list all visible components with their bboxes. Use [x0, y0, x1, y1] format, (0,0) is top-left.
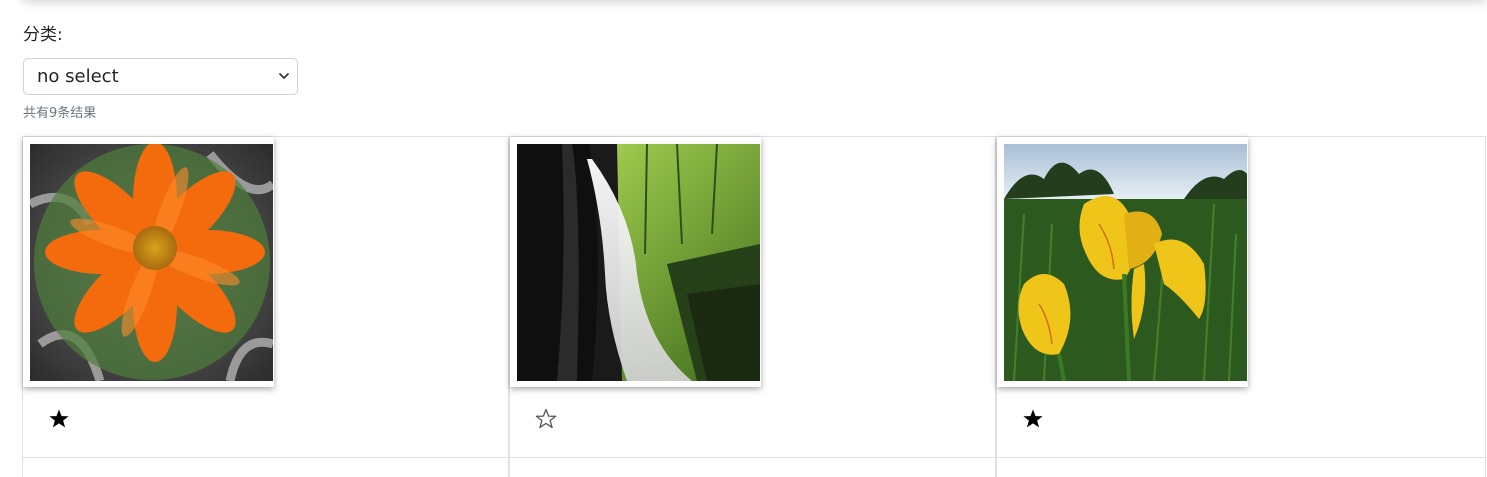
yellow-iris-image — [1004, 144, 1247, 381]
card-divider — [997, 457, 1485, 458]
image-thumbnail-frame — [510, 137, 761, 387]
category-label: 分类: — [23, 25, 63, 45]
waterfall-image — [517, 144, 760, 381]
thumbnail-waterfall[interactable] — [517, 144, 760, 381]
favorite-star-button[interactable] — [534, 407, 558, 431]
category-select-value: no select — [37, 66, 119, 87]
star-filled-icon — [1023, 409, 1043, 428]
image-grid — [22, 136, 1486, 477]
thumbnail-yellow-iris[interactable] — [1004, 144, 1247, 381]
thumbnail-orange-flower[interactable] — [30, 144, 273, 381]
favorite-star-button[interactable] — [1021, 407, 1045, 431]
card-divider — [23, 457, 508, 458]
card-divider — [510, 457, 995, 458]
star-filled-icon — [49, 409, 69, 428]
chevron-down-icon — [279, 73, 289, 79]
orange-flower-image — [30, 144, 273, 381]
result-count: 共有9条结果 — [23, 106, 97, 121]
star-outline-icon — [535, 408, 557, 429]
image-thumbnail-frame — [23, 137, 274, 387]
favorite-star-button[interactable] — [47, 407, 71, 431]
category-select[interactable]: no select — [23, 58, 298, 95]
image-card — [22, 137, 509, 477]
image-card — [509, 137, 996, 477]
image-thumbnail-frame — [997, 137, 1248, 387]
image-card — [996, 137, 1486, 477]
